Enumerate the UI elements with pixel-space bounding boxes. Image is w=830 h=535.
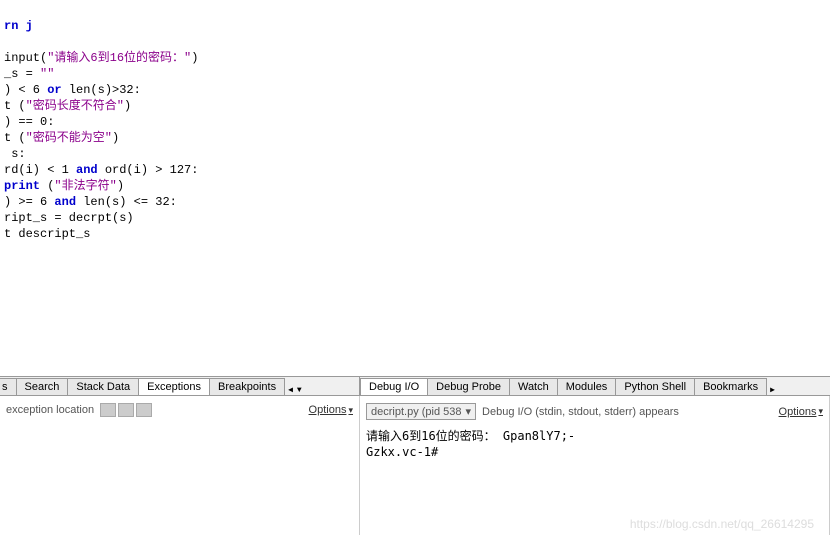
tab-nav-left: ◀ ▼ bbox=[284, 385, 306, 395]
process-dropdown[interactable]: decript.py (pid 538 ▾ bbox=[366, 403, 476, 420]
debug-io-options[interactable]: Options bbox=[779, 406, 823, 418]
tab-breakpoints[interactable]: Breakpoints bbox=[209, 378, 285, 395]
code-token: print bbox=[4, 179, 40, 193]
debug-io-header: decript.py (pid 538 ▾ Debug I/O (stdin, … bbox=[364, 400, 825, 424]
tab-python-shell[interactable]: Python Shell bbox=[615, 378, 695, 395]
exception-toolbar bbox=[100, 403, 152, 417]
io-line: 请输入6到16位的密码： Gpan8lY7;- bbox=[366, 429, 575, 443]
debug-io-description: Debug I/O (stdin, stdout, stderr) appear… bbox=[482, 406, 679, 418]
arrow-left-icon[interactable]: ◀ bbox=[286, 385, 295, 395]
right-tab-group: Debug I/O Debug Probe Watch Modules Pyth… bbox=[360, 377, 830, 395]
tab-partial[interactable]: s bbox=[0, 378, 17, 395]
left-tab-group: s Search Stack Data Exceptions Breakpoin… bbox=[0, 377, 360, 395]
code-token: "非法字符" bbox=[54, 179, 116, 193]
code-token: "密码不能为空" bbox=[26, 131, 112, 145]
tab-watch[interactable]: Watch bbox=[509, 378, 558, 395]
code-token: rn j bbox=[4, 19, 33, 33]
exceptions-panel: exception location Options bbox=[0, 396, 360, 535]
chevron-down-icon: ▾ bbox=[466, 405, 472, 418]
code-token: t ( bbox=[4, 131, 26, 145]
code-token: input( bbox=[4, 51, 47, 65]
code-token: ( bbox=[40, 179, 54, 193]
exception-location-label: exception location bbox=[6, 404, 94, 416]
code-token: len(s)>32: bbox=[62, 83, 141, 97]
tab-exceptions[interactable]: Exceptions bbox=[138, 378, 210, 395]
tool-icon-2[interactable] bbox=[118, 403, 134, 417]
tab-modules[interactable]: Modules bbox=[557, 378, 617, 395]
code-token: ord(i) > 127: bbox=[98, 163, 199, 177]
code-token: ) == 0: bbox=[4, 115, 54, 129]
code-editor[interactable]: rn j input("请输入6到16位的密码：") _s = "" ) < 6… bbox=[0, 0, 830, 376]
io-line: Gzkx.vc-1# bbox=[366, 445, 438, 459]
code-token: ript_s = decrpt(s) bbox=[4, 211, 134, 225]
arrow-right-icon[interactable]: ▶ bbox=[768, 385, 777, 395]
tab-nav-right: ▶ bbox=[766, 385, 779, 395]
exceptions-panel-header: exception location Options bbox=[4, 400, 355, 421]
exceptions-options[interactable]: Options bbox=[309, 404, 353, 416]
tool-icon-3[interactable] bbox=[136, 403, 152, 417]
code-token: "" bbox=[40, 67, 54, 81]
debug-io-panel: decript.py (pid 538 ▾ Debug I/O (stdin, … bbox=[360, 396, 830, 535]
code-token: and bbox=[54, 195, 76, 209]
tabs-row: s Search Stack Data Exceptions Breakpoin… bbox=[0, 376, 830, 396]
tab-stack-data[interactable]: Stack Data bbox=[67, 378, 139, 395]
code-token: t ( bbox=[4, 99, 26, 113]
code-token: and bbox=[76, 163, 98, 177]
tab-debug-probe[interactable]: Debug Probe bbox=[427, 378, 510, 395]
code-token: ) bbox=[124, 99, 131, 113]
code-token: s: bbox=[4, 147, 26, 161]
tab-bookmarks[interactable]: Bookmarks bbox=[694, 378, 767, 395]
tab-search[interactable]: Search bbox=[16, 378, 69, 395]
debug-io-output[interactable]: 请输入6到16位的密码： Gpan8lY7;- Gzkx.vc-1# bbox=[364, 424, 825, 464]
tab-debug-io[interactable]: Debug I/O bbox=[360, 378, 428, 395]
code-token: _s = bbox=[4, 67, 40, 81]
code-token: ) bbox=[117, 179, 124, 193]
bottom-panels: exception location Options decript.py (p… bbox=[0, 396, 830, 535]
tool-icon-1[interactable] bbox=[100, 403, 116, 417]
code-token: ) bbox=[191, 51, 198, 65]
process-dropdown-label: decript.py (pid 538 bbox=[371, 406, 462, 418]
code-token: "请输入6到16位的密码：" bbox=[47, 51, 191, 65]
code-token: ) < 6 bbox=[4, 83, 47, 97]
code-token: t descript_s bbox=[4, 227, 90, 241]
code-token: len(s) <= 32: bbox=[76, 195, 177, 209]
code-token: "密码长度不符合" bbox=[26, 99, 124, 113]
code-token: ) bbox=[112, 131, 119, 145]
code-token: or bbox=[47, 83, 61, 97]
arrow-down-icon[interactable]: ▼ bbox=[295, 386, 304, 395]
code-token: ) >= 6 bbox=[4, 195, 54, 209]
code-token: rd(i) < 1 bbox=[4, 163, 76, 177]
